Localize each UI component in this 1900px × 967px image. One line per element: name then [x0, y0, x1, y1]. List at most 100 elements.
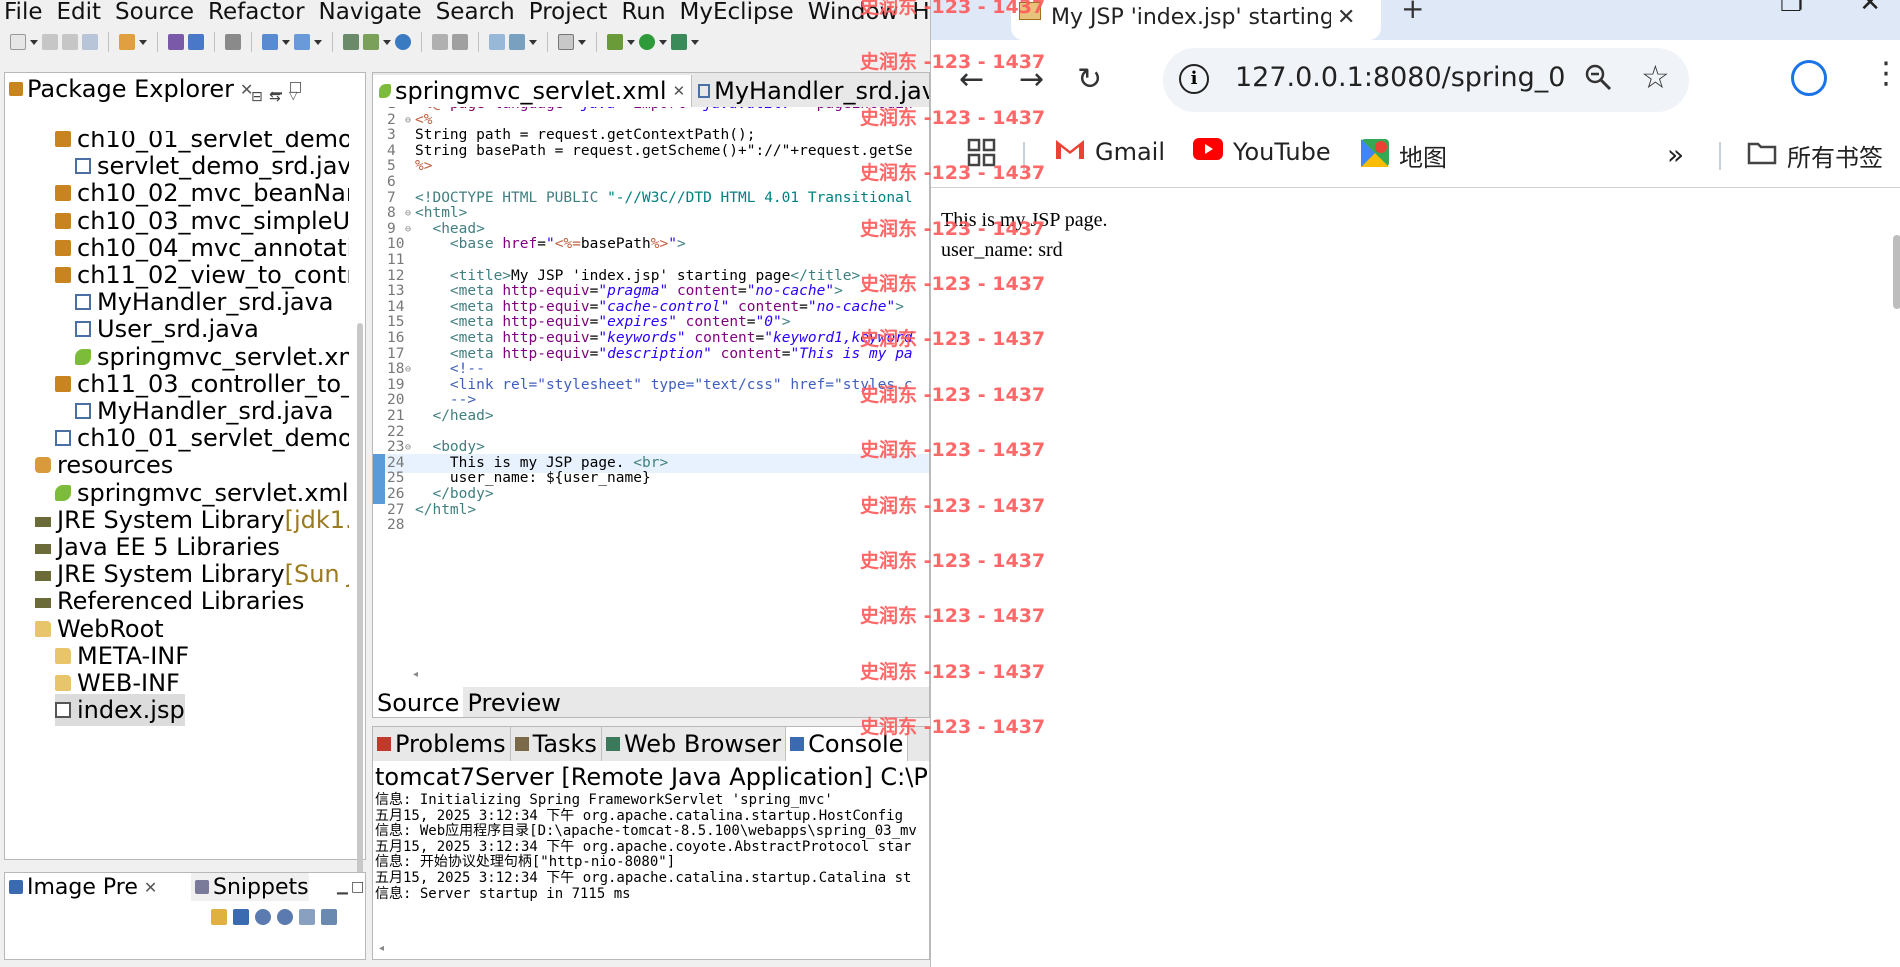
- menu-myeclipse[interactable]: MyEclipse: [676, 0, 804, 24]
- open-resource-icon[interactable]: [188, 34, 204, 50]
- close-tab-icon[interactable]: ✕: [1337, 5, 1355, 30]
- chevron-down-icon[interactable]: [314, 34, 322, 50]
- new-project-icon[interactable]: [119, 34, 135, 50]
- tree-item[interactable]: index.jsp: [55, 694, 185, 727]
- zoom-in-icon[interactable]: [277, 909, 293, 925]
- new-icon[interactable]: [10, 34, 26, 50]
- tab-web-browser[interactable]: Web Browser: [602, 727, 787, 761]
- edit-icon-2[interactable]: [452, 34, 468, 50]
- toolbar-separator: [214, 32, 215, 52]
- restore-icon[interactable]: ❐: [1780, 0, 1803, 18]
- menu-source[interactable]: Source: [111, 0, 204, 24]
- menu-run[interactable]: Run: [617, 0, 675, 24]
- server-icon[interactable]: [225, 34, 241, 50]
- menu-file[interactable]: File: [0, 0, 53, 24]
- chevron-down-icon[interactable]: [139, 34, 147, 50]
- save-icon[interactable]: [42, 34, 58, 50]
- tab-tasks[interactable]: Tasks: [511, 727, 602, 761]
- run-config-icon[interactable]: [294, 34, 310, 50]
- chevron-down-icon[interactable]: [30, 34, 38, 50]
- save-all-icon[interactable]: [62, 34, 78, 50]
- close-window-icon[interactable]: ✕: [1859, 0, 1881, 18]
- tab-source[interactable]: Source: [373, 687, 464, 717]
- tab-title: My JSP 'index.jsp' starting pa: [1051, 4, 1331, 30]
- maximize-icon[interactable]: □: [351, 879, 364, 895]
- chevron-down-icon[interactable]: [691, 34, 699, 50]
- menu-project[interactable]: Project: [525, 0, 618, 24]
- address-bar[interactable]: i 127.0.0.1:8080/spring_03_... ☆: [1163, 48, 1689, 112]
- view-menu-icon[interactable]: ▽: [289, 89, 297, 102]
- url-text[interactable]: 127.0.0.1:8080/spring_03_...: [1235, 62, 1565, 93]
- watermark-text: 史润东 -123 - 1437: [860, 550, 1046, 572]
- bookmarks-separator: [1719, 142, 1721, 170]
- fit-icon[interactable]: [233, 909, 249, 925]
- chevron-down-icon[interactable]: [578, 34, 586, 50]
- bookmark-star-icon[interactable]: ☆: [1641, 58, 1670, 96]
- image-preview-tab[interactable]: Image Pre ✕: [5, 873, 158, 901]
- bookmark-maps[interactable]: 地图: [1361, 138, 1447, 173]
- new-tab-icon[interactable]: +: [1401, 0, 1424, 25]
- watermark-text: 史润东 -123 - 1437: [860, 162, 1046, 185]
- horizontal-scrollbar[interactable]: ◂: [413, 669, 913, 681]
- code-line[interactable]: 28: [373, 516, 929, 535]
- web-browser-icon: [605, 737, 620, 751]
- code-editor[interactable]: 1<%@ page language="java" import="java.u…: [373, 107, 929, 667]
- chevron-down-icon[interactable]: [529, 34, 537, 50]
- more-menu-icon[interactable]: ⋮: [1871, 56, 1900, 91]
- editor-tab[interactable]: springmvc_servlet.xml ✕: [373, 75, 693, 107]
- bookmark-gmail[interactable]: Gmail: [1055, 138, 1165, 166]
- bug-icon[interactable]: [607, 34, 623, 50]
- search-icon[interactable]: [509, 34, 525, 50]
- vertical-scrollbar[interactable]: [1893, 235, 1900, 309]
- open-type-icon[interactable]: [168, 34, 184, 50]
- chevron-down-icon[interactable]: [383, 34, 391, 50]
- toolbar-separator: [421, 32, 422, 52]
- coverage-icon[interactable]: [671, 34, 687, 50]
- snippets-tab[interactable]: Snippets: [191, 873, 309, 901]
- chevron-down-icon[interactable]: [659, 34, 667, 50]
- menu-navigate[interactable]: Navigate: [315, 0, 432, 24]
- tab-preview[interactable]: Preview: [463, 687, 564, 717]
- java-file-icon: [75, 158, 91, 175]
- minimize-icon[interactable]: ▁: [337, 879, 348, 895]
- debug-config-icon[interactable]: [262, 34, 278, 50]
- all-bookmarks-button[interactable]: 所有书签: [1747, 138, 1883, 173]
- globe-icon[interactable]: [395, 34, 411, 50]
- toolbar-separator: [108, 32, 109, 52]
- deploy-icon[interactable]: [343, 34, 359, 50]
- browser-tab[interactable]: My JSP 'index.jsp' starting pa ✕: [1011, 0, 1381, 40]
- toolbar-separator: [547, 32, 548, 52]
- menu-search[interactable]: Search: [432, 0, 525, 24]
- chevron-down-icon[interactable]: [627, 34, 635, 50]
- tab-problems[interactable]: Problems: [373, 727, 511, 761]
- package-icon: [55, 185, 71, 202]
- grid-icon[interactable]: [321, 909, 337, 925]
- java-file-icon: [75, 321, 91, 338]
- vertical-scrollbar[interactable]: [357, 323, 363, 883]
- print-icon[interactable]: [82, 34, 98, 50]
- menu-refactor[interactable]: Refactor: [204, 0, 314, 24]
- collapse-all-icon[interactable]: ⊟: [251, 89, 263, 105]
- edit-icon[interactable]: [432, 34, 448, 50]
- bookmark-youtube[interactable]: YouTube: [1193, 138, 1331, 166]
- package-explorer-tab[interactable]: Package Explorer ✕: [5, 73, 254, 105]
- reload-icon[interactable]: ↻: [1077, 62, 1102, 97]
- link-with-editor-icon[interactable]: ⇆: [269, 89, 281, 105]
- zoom-icon[interactable]: [1583, 62, 1613, 99]
- menu-edit[interactable]: Edit: [53, 0, 112, 24]
- profile-avatar[interactable]: [1791, 60, 1827, 96]
- new-class-icon[interactable]: [489, 34, 505, 50]
- tree-item-label: ch10_01_servlet_demo_:: [77, 424, 349, 453]
- zoom-out-icon[interactable]: [255, 909, 271, 925]
- horizontal-scrollbar[interactable]: ◂: [379, 943, 384, 954]
- chevron-down-icon[interactable]: [282, 34, 290, 50]
- actual-size-icon[interactable]: [299, 909, 315, 925]
- launch-server-icon[interactable]: [363, 34, 379, 50]
- window-icon[interactable]: [558, 34, 574, 50]
- run-icon[interactable]: [639, 34, 655, 50]
- more-bookmarks-icon[interactable]: »: [1667, 138, 1684, 171]
- refresh-icon[interactable]: [211, 909, 227, 925]
- site-info-icon[interactable]: i: [1179, 64, 1209, 94]
- close-icon[interactable]: ✕: [144, 878, 157, 897]
- close-icon[interactable]: ✕: [673, 82, 686, 100]
